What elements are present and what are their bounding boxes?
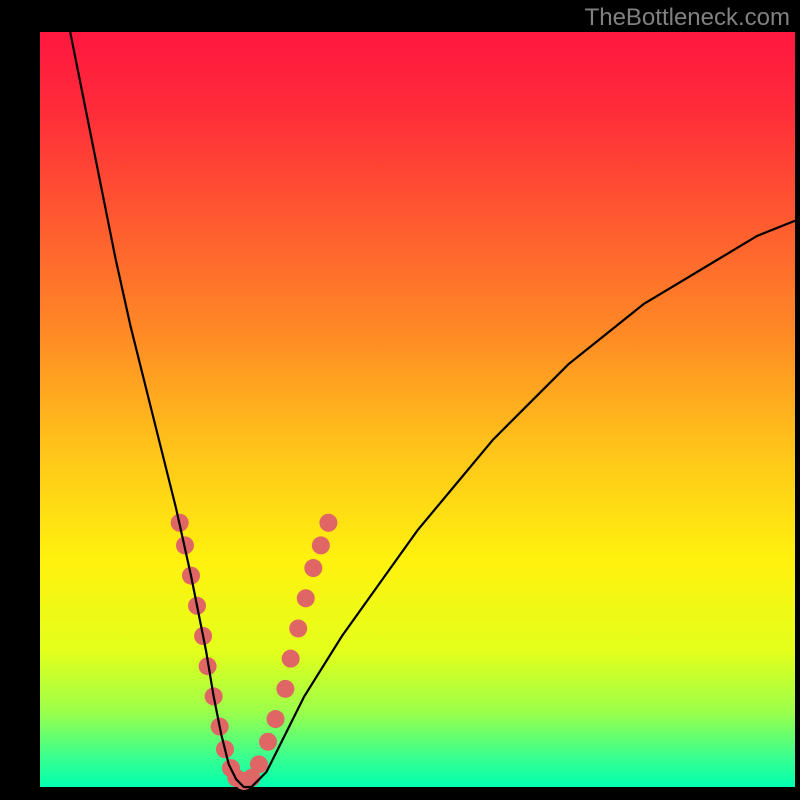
plot-background [40, 32, 795, 787]
highlight-dot [297, 589, 315, 607]
highlight-dot [250, 755, 268, 773]
highlight-dot [304, 559, 322, 577]
highlight-dot [312, 536, 330, 554]
highlight-dot [276, 680, 294, 698]
highlight-dot [267, 710, 285, 728]
chart-container: TheBottleneck.com [0, 0, 800, 800]
highlight-dot [289, 619, 307, 637]
chart-svg [0, 0, 800, 800]
highlight-dot [282, 650, 300, 668]
highlight-dot [259, 733, 277, 751]
highlight-dot [319, 514, 337, 532]
